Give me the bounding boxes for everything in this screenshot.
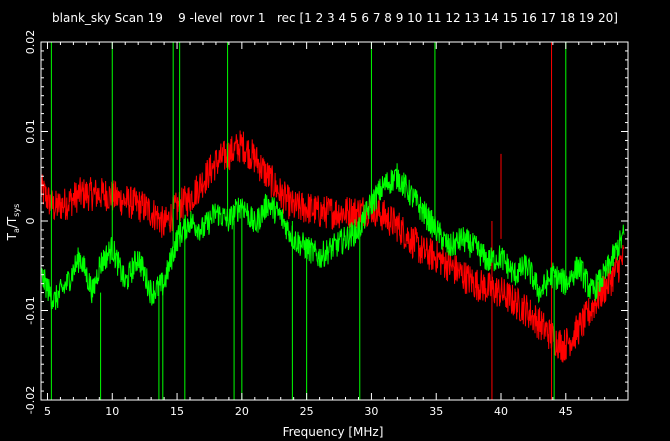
x-tick-label: 5 <box>44 405 51 418</box>
y-tick-label: 0.02 <box>24 30 37 55</box>
x-tick-label: 35 <box>429 405 443 418</box>
x-axis-label: Frequency [MHz] <box>283 425 384 439</box>
y-label-sub-2: sys <box>12 204 21 217</box>
x-tick-label: 15 <box>170 405 184 418</box>
y-tick-label: -0.01 <box>24 296 37 324</box>
x-tick-label: 40 <box>494 405 508 418</box>
x-tick-label: 20 <box>235 405 249 418</box>
x-tick-label: 25 <box>300 405 314 418</box>
chart-title: blank_sky Scan 19 9 -level rovr 1 rec [1… <box>52 11 618 25</box>
y-tick-label: 0 <box>24 218 37 225</box>
x-tick-label: 30 <box>364 405 378 418</box>
x-tick-label: 10 <box>105 405 119 418</box>
spectrum-chart: blank_sky Scan 19 9 -level rovr 1 rec [1… <box>0 0 670 441</box>
y-tick-label: 0.01 <box>24 119 37 144</box>
y-tick-label: -0.02 <box>24 386 37 414</box>
x-tick-label: 45 <box>559 405 573 418</box>
